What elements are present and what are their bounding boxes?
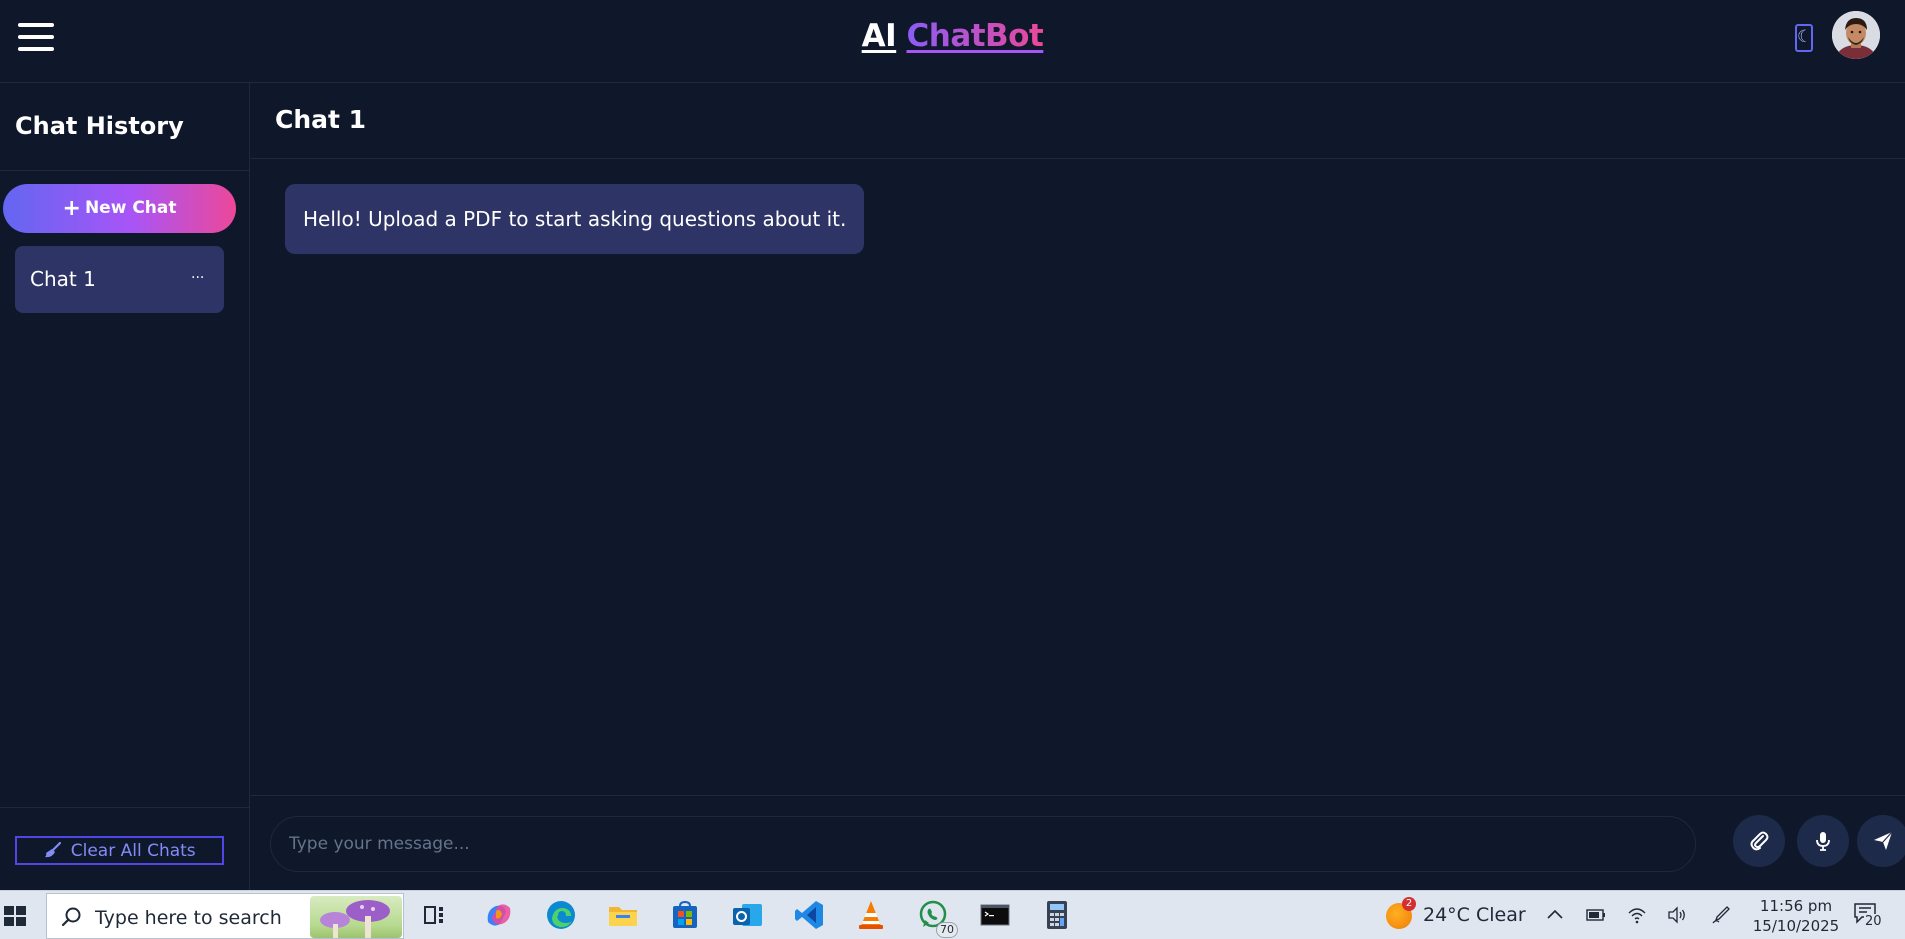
- divider: [251, 795, 1905, 796]
- notification-center-icon[interactable]: 20: [1853, 902, 1883, 929]
- chevron-up-icon[interactable]: [1545, 905, 1565, 925]
- notification-count: 20: [1864, 914, 1883, 929]
- microphone-icon: [1816, 832, 1830, 851]
- pen-ink-icon[interactable]: [1711, 905, 1731, 925]
- weather-widget[interactable]: 2 24°C Clear: [1386, 897, 1526, 933]
- edge-browser-icon[interactable]: [544, 898, 578, 932]
- new-chat-button[interactable]: + New Chat: [3, 184, 236, 233]
- bot-message-bubble: Hello! Upload a PDF to start asking ques…: [285, 184, 865, 254]
- taskbar-search-box[interactable]: Type here to search: [46, 893, 404, 939]
- brand-chatbot: ChatBot: [906, 18, 1044, 54]
- weather-text: 24°C Clear: [1423, 904, 1526, 926]
- attach-pdf-button[interactable]: [1733, 815, 1785, 867]
- clock-time: 11:56 pm: [1759, 897, 1833, 915]
- moon-icon[interactable]: ☾: [1795, 24, 1813, 52]
- windows-start-icon[interactable]: [2, 903, 28, 929]
- brand-ai: AI: [861, 18, 897, 54]
- outlook-icon[interactable]: [730, 898, 764, 932]
- send-icon: [1874, 831, 1893, 850]
- send-message-button[interactable]: [1857, 815, 1905, 867]
- microsoft-store-icon[interactable]: [668, 898, 702, 932]
- windows-taskbar: Type here to search 70 2 24°C Clear 11:5…: [0, 890, 1905, 939]
- terminal-icon[interactable]: [978, 898, 1012, 932]
- battery-icon[interactable]: [1586, 905, 1606, 925]
- search-placeholder: Type here to search: [95, 907, 282, 929]
- search-highlight-art: [310, 896, 402, 938]
- paperclip-icon: [1750, 831, 1769, 851]
- broom-icon: [43, 841, 66, 861]
- whatsapp-unread-badge: 70: [936, 922, 958, 938]
- vlc-icon[interactable]: [854, 898, 888, 932]
- message-input[interactable]: [270, 816, 1696, 872]
- file-explorer-icon[interactable]: [606, 898, 640, 932]
- search-icon: [61, 907, 81, 927]
- taskbar-clock[interactable]: 11:56 pm 15/10/2025: [1748, 896, 1844, 936]
- chat-list-item[interactable]: Chat 1 ...: [15, 246, 224, 313]
- clear-all-chats-label: Clear All Chats: [70, 840, 196, 861]
- chat-item-more-button[interactable]: ...: [191, 266, 204, 282]
- chat-header: Chat 1: [251, 83, 1905, 159]
- app-brand-title: AI ChatBot: [0, 18, 1905, 54]
- voice-input-button[interactable]: [1797, 815, 1849, 867]
- whatsapp-icon[interactable]: 70: [916, 898, 958, 938]
- task-view-icon[interactable]: [420, 898, 454, 932]
- chat-item-label: Chat 1: [30, 267, 96, 291]
- copilot-icon[interactable]: [482, 898, 516, 932]
- chat-title: Chat 1: [275, 105, 367, 134]
- clear-all-chats-button[interactable]: Clear All Chats: [15, 836, 224, 865]
- weather-alert-badge: 2: [1402, 897, 1416, 911]
- calculator-icon[interactable]: [1040, 898, 1074, 932]
- sidebar-title: Chat History: [15, 112, 184, 140]
- chat-main-panel: Chat 1 Hello! Upload a PDF to start aski…: [251, 83, 1905, 890]
- user-avatar[interactable]: [1832, 11, 1880, 59]
- new-chat-label: New Chat: [84, 198, 177, 218]
- wifi-icon[interactable]: [1627, 905, 1647, 925]
- plus-icon: +: [62, 196, 81, 221]
- chat-history-sidebar: Chat History + New Chat Chat 1 ... Clear …: [0, 83, 250, 890]
- top-navbar: AI ChatBot ☾: [0, 0, 1905, 83]
- divider: [0, 170, 250, 171]
- divider: [0, 807, 250, 808]
- clock-date: 15/10/2025: [1752, 917, 1840, 935]
- vscode-icon[interactable]: [792, 898, 826, 932]
- volume-icon[interactable]: [1667, 905, 1687, 925]
